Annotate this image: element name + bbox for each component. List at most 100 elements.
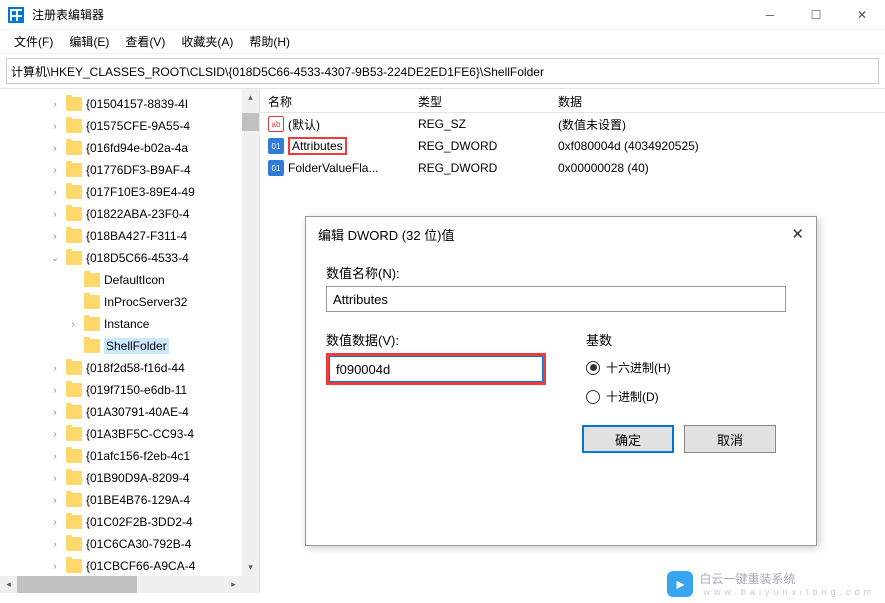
folder-icon <box>66 141 82 155</box>
maximize-button[interactable]: ☐ <box>793 0 839 30</box>
value-row[interactable]: ab(默认)REG_SZ(数值未设置) <box>260 113 885 135</box>
scroll-right-icon[interactable]: ▸ <box>225 576 242 593</box>
column-data[interactable]: 数据 <box>550 89 885 112</box>
value-icon: 01 <box>268 138 284 154</box>
folder-icon <box>66 493 82 507</box>
column-name[interactable]: 名称 <box>260 89 410 112</box>
chevron-icon[interactable]: › <box>48 363 62 374</box>
tree-item[interactable]: › {01CBCF66-A9CA-4 <box>0 555 259 577</box>
chevron-icon[interactable]: › <box>48 517 62 528</box>
menubar: 文件(F) 编辑(E) 查看(V) 收藏夹(A) 帮助(H) <box>0 30 885 54</box>
folder-icon <box>66 449 82 463</box>
tree-item-label: {01A3BF5C-CC93-4 <box>86 427 194 441</box>
menu-file[interactable]: 文件(F) <box>6 31 61 52</box>
column-headers: 名称 类型 数据 <box>260 89 885 113</box>
folder-icon <box>84 295 100 309</box>
ok-button[interactable]: 确定 <box>582 425 674 453</box>
tree-item[interactable]: ⌄ {018D5C66-4533-4 <box>0 247 259 269</box>
value-name-field[interactable]: Attributes <box>326 286 786 312</box>
folder-icon <box>66 119 82 133</box>
chevron-icon[interactable]: › <box>48 121 62 132</box>
value-type: REG_SZ <box>410 117 550 131</box>
chevron-icon[interactable]: › <box>48 539 62 550</box>
tree-item-label: {01776DF3-B9AF-4 <box>86 163 191 177</box>
chevron-icon[interactable]: › <box>48 407 62 418</box>
menu-help[interactable]: 帮助(H) <box>241 31 298 52</box>
value-data-label: 数值数据(V): <box>326 330 566 349</box>
tree-item[interactable]: ›{01575CFE-9A55-4 <box>0 115 259 137</box>
menu-favorites[interactable]: 收藏夹(A) <box>173 31 241 52</box>
tree-item[interactable]: › {01A3BF5C-CC93-4 <box>0 423 259 445</box>
chevron-icon[interactable]: › <box>48 473 62 484</box>
minimize-button[interactable]: ─ <box>747 0 793 30</box>
tree-scroll-thumb-h[interactable] <box>17 576 137 593</box>
scroll-down-icon[interactable]: ▾ <box>242 559 259 576</box>
tree-item-label: ShellFolder <box>104 338 169 354</box>
chevron-icon[interactable]: › <box>66 319 80 330</box>
folder-icon <box>66 207 82 221</box>
chevron-icon[interactable]: › <box>48 231 62 242</box>
chevron-icon[interactable]: › <box>48 451 62 462</box>
chevron-icon[interactable]: › <box>48 99 62 110</box>
close-button[interactable]: ✕ <box>839 0 885 30</box>
radix-dec-radio[interactable]: 十进制(D) <box>586 388 671 405</box>
tree-item[interactable]: ›{01afc156-f2eb-4c1 <box>0 445 259 467</box>
chevron-icon[interactable]: › <box>48 385 62 396</box>
value-row[interactable]: 01AttributesREG_DWORD0xf080004d (4034920… <box>260 135 885 157</box>
value-name-highlight: Attributes <box>288 137 347 155</box>
tree-item-label: {017F10E3-89E4-49 <box>86 185 195 199</box>
tree-item[interactable]: › {01C02F2B-3DD2-4 <box>0 511 259 533</box>
chevron-icon[interactable]: › <box>48 209 62 220</box>
dialog-titlebar[interactable]: 编辑 DWORD (32 位)值 ✕ <box>306 217 816 251</box>
value-data-input[interactable] <box>329 356 543 382</box>
tree-item[interactable]: ›Instance <box>0 313 259 335</box>
chevron-icon[interactable]: › <box>48 187 62 198</box>
tree-scrollbar-vertical[interactable]: ▴ ▾ <box>242 89 259 593</box>
radix-hex-radio[interactable]: 十六进制(H) <box>586 359 671 376</box>
tree-item[interactable]: › {01776DF3-B9AF-4 <box>0 159 259 181</box>
folder-icon <box>66 251 82 265</box>
dialog-close-button[interactable]: ✕ <box>772 225 804 243</box>
address-bar[interactable]: 计算机\HKEY_CLASSES_ROOT\CLSID\{018D5C66-45… <box>6 58 879 84</box>
tree-item[interactable]: › {017F10E3-89E4-49 <box>0 181 259 203</box>
folder-icon <box>66 471 82 485</box>
chevron-icon[interactable]: ⌄ <box>48 253 62 264</box>
column-type[interactable]: 类型 <box>410 89 550 112</box>
tree-item-label: InProcServer32 <box>104 295 187 309</box>
tree-item-label: {01C02F2B-3DD2-4 <box>86 515 193 529</box>
menu-edit[interactable]: 编辑(E) <box>61 31 117 52</box>
tree-item-label: {01C6CA30-792B-4 <box>86 537 191 551</box>
chevron-icon[interactable]: › <box>48 165 62 176</box>
tree-scrollbar-horizontal[interactable]: ◂ ▸ <box>0 576 242 593</box>
tree-item[interactable]: ›{01822ABA-23F0-4 <box>0 203 259 225</box>
tree-item[interactable]: ShellFolder <box>0 335 259 357</box>
tree-item[interactable]: › {01C6CA30-792B-4 <box>0 533 259 555</box>
value-icon: 01 <box>268 160 284 176</box>
tree-item[interactable]: ›{01BE4B76-129A-4 <box>0 489 259 511</box>
cancel-button[interactable]: 取消 <box>684 425 776 453</box>
tree-scroll-thumb-v[interactable] <box>242 113 259 131</box>
chevron-icon[interactable]: › <box>48 429 62 440</box>
scroll-up-icon[interactable]: ▴ <box>242 89 259 106</box>
tree-item[interactable]: ›{01A30791-40AE-4 <box>0 401 259 423</box>
value-row[interactable]: 01FolderValueFla...REG_DWORD0x00000028 (… <box>260 157 885 179</box>
tree-item[interactable]: ›{01504157-8839-4I <box>0 93 259 115</box>
tree-item[interactable]: InProcServer32 <box>0 291 259 313</box>
tree-item-label: {018D5C66-4533-4 <box>86 251 189 265</box>
tree-item[interactable]: ›{018f2d58-f16d-44 <box>0 357 259 379</box>
folder-icon <box>66 97 82 111</box>
folder-icon <box>66 163 82 177</box>
tree-item-label: {01CBCF66-A9CA-4 <box>86 559 195 573</box>
tree-item[interactable]: ›{01B90D9A-8209-4 <box>0 467 259 489</box>
tree-item[interactable]: DefaultIcon <box>0 269 259 291</box>
tree-item[interactable]: ›{018BA427-F311-4 <box>0 225 259 247</box>
folder-icon <box>66 427 82 441</box>
tree-item[interactable]: ›{019f7150-e6db-11 <box>0 379 259 401</box>
chevron-icon[interactable]: › <box>48 143 62 154</box>
chevron-icon[interactable]: › <box>48 561 62 572</box>
scroll-left-icon[interactable]: ◂ <box>0 576 17 593</box>
value-name-label: 数值名称(N): <box>326 263 796 282</box>
tree-item[interactable]: ›{016fd94e-b02a-4a <box>0 137 259 159</box>
menu-view[interactable]: 查看(V) <box>117 31 173 52</box>
chevron-icon[interactable]: › <box>48 495 62 506</box>
